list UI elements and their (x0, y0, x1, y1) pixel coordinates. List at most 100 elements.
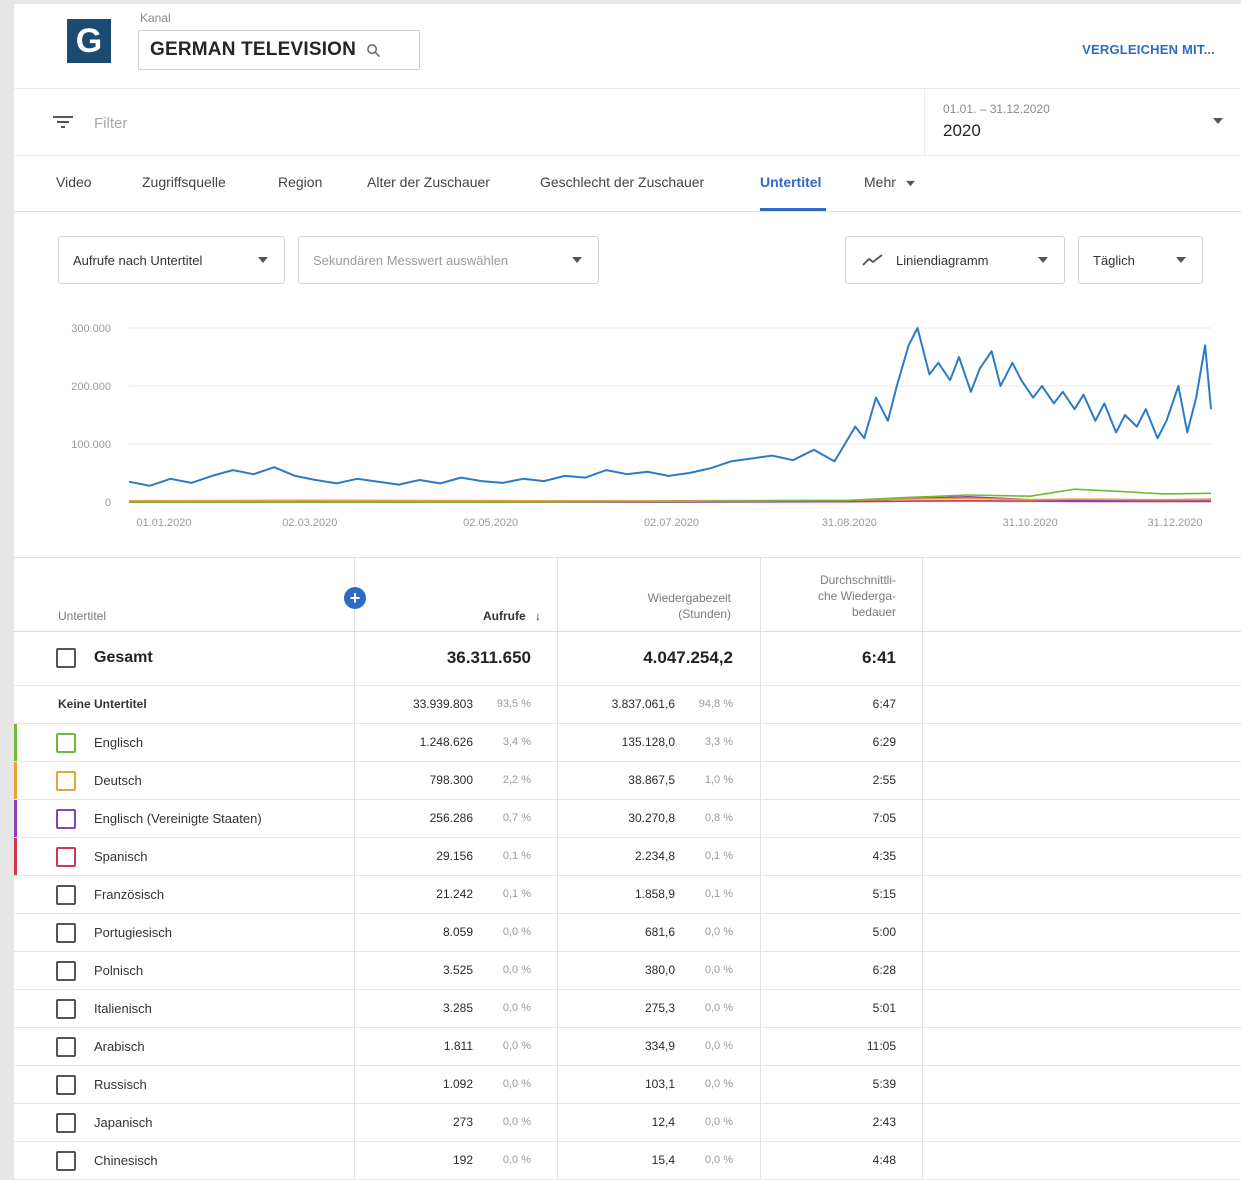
secondary-metric-dropdown[interactable]: Sekundären Messwert auswählen (298, 236, 599, 284)
row-avg-duration: 6:47 (872, 697, 896, 711)
row-avg-duration: 11:05 (866, 1039, 896, 1053)
tab-traffic-source[interactable]: Zugriffsquelle (142, 174, 226, 190)
row-watch-pct: 0,0 % (704, 1116, 733, 1128)
x-tick-label: 31.10.2020 (1003, 517, 1058, 529)
tab-viewer-gender[interactable]: Geschlecht der Zuschauer (540, 174, 704, 190)
channel-caption: Kanal (140, 11, 171, 25)
table-row[interactable]: Polnisch 3.525 0,0 % 380,0 0,0 % 6:28 (14, 952, 1241, 990)
row-views: 8.059 (442, 925, 473, 939)
tab-video[interactable]: Video (56, 174, 92, 190)
table-row[interactable]: Chinesisch 192 0,0 % 15,4 0,0 % 4:48 (14, 1142, 1241, 1180)
table-row[interactable]: Englisch 1.248.626 3,4 % 135.128,0 3,3 % 6:29 (14, 724, 1241, 762)
row-checkbox[interactable] (56, 648, 76, 668)
row-checkbox[interactable] (56, 1075, 76, 1095)
chevron-down-icon (905, 180, 915, 186)
series-color-stripe (14, 724, 17, 761)
channel-name: GERMAN TELEVISION (150, 39, 357, 60)
row-views: 36.311.650 (446, 648, 531, 667)
table-row[interactable]: Spanisch 29.156 0,1 % 2.234,8 0,1 % 4:35 (14, 838, 1241, 876)
metric-dropdown[interactable]: Aufrufe nach Untertitel (58, 236, 285, 284)
row-checkbox[interactable] (56, 961, 76, 981)
tab-region[interactable]: Region (278, 174, 322, 190)
row-views-pct: 2,2 % (502, 774, 531, 786)
y-tick-label: 100.000 (71, 439, 111, 451)
row-label: Deutsch (94, 773, 142, 788)
row-views-pct: 0,0 % (502, 926, 531, 938)
header-watch-time[interactable]: Wiedergabezeit (Stunden) (648, 590, 731, 622)
table-row[interactable]: Keine Untertitel 33.939.803 93,5 % 3.837.06… (14, 686, 1241, 724)
row-label: Italienisch (94, 1001, 152, 1016)
row-checkbox[interactable] (56, 1151, 76, 1171)
channel-selector[interactable]: GERMAN TELEVISION (138, 30, 420, 70)
granularity-dropdown[interactable]: Täglich (1078, 236, 1203, 284)
table-row[interactable]: Englisch (Vereinigte Staaten) 256.286 0,7 … (14, 800, 1241, 838)
compare-link[interactable]: VERGLEICHEN MIT... (1082, 42, 1215, 57)
add-column-button[interactable]: + (344, 587, 366, 609)
header-avg-line: che Wiederga- (817, 589, 896, 603)
row-watch-time: 12,4 (651, 1115, 675, 1129)
table-row[interactable]: Deutsch 798.300 2,2 % 38.867,5 1,0 % 2:55 (14, 762, 1241, 800)
chevron-down-icon[interactable] (1213, 117, 1223, 125)
chevron-down-icon (1038, 257, 1048, 263)
row-label: Keine Untertitel (58, 697, 147, 711)
header-views[interactable]: Aufrufe ↓ (483, 608, 541, 624)
date-range-value: 2020 (943, 121, 981, 140)
date-range-selector[interactable]: 01.01. – 31.12.2020 2020 (924, 89, 1241, 157)
row-checkbox[interactable] (56, 809, 76, 829)
header-avg-duration[interactable]: Durchschnittli- che Wiederga- bedauer (818, 572, 896, 620)
row-views-pct: 0,1 % (502, 850, 531, 862)
row-label: Japanisch (94, 1115, 153, 1130)
tab-viewer-age[interactable]: Alter der Zuschauer (367, 174, 490, 190)
views-line-chart: 300.000 200.000 100.000 0 01.01.2020 02.03.20… (71, 323, 1212, 529)
search-icon[interactable] (366, 43, 381, 58)
row-views: 256.286 (429, 811, 473, 825)
table-row[interactable]: Russisch 1.092 0,0 % 103,1 0,0 % 5:39 (14, 1066, 1241, 1104)
table-row-total[interactable]: Gesamt 36.311.650 4.047.254,2 6:41 (14, 632, 1241, 686)
row-watch-pct: 0,8 % (704, 812, 733, 824)
row-watch-pct: 0,0 % (704, 926, 733, 938)
row-checkbox[interactable] (56, 885, 76, 905)
row-checkbox[interactable] (56, 999, 76, 1019)
row-checkbox[interactable] (56, 923, 76, 943)
header-views-label: Aufrufe (482, 609, 526, 623)
table-row[interactable]: Italienisch 3.285 0,0 % 275,3 0,0 % 5:01 (14, 990, 1241, 1028)
row-watch-pct: 0,0 % (704, 1040, 733, 1052)
header-subtitle[interactable]: Untertitel (58, 608, 106, 624)
row-views-pct: 93,5 % (496, 698, 531, 710)
row-checkbox[interactable] (56, 1113, 76, 1133)
table-row[interactable]: Japanisch 273 0,0 % 12,4 0,0 % 2:43 (14, 1104, 1241, 1142)
row-avg-duration: 4:35 (872, 849, 896, 863)
filter-icon[interactable] (52, 114, 74, 130)
table-row[interactable]: Arabisch 1.811 0,0 % 334,9 0,0 % 11:05 (14, 1028, 1241, 1066)
row-avg-duration: 2:55 (872, 773, 896, 787)
row-label: Französisch (94, 887, 165, 902)
chart-type-dropdown[interactable]: Liniendiagramm (845, 236, 1065, 284)
sort-down-icon: ↓ (535, 609, 541, 623)
y-tick-label: 0 (105, 497, 111, 509)
row-label: Chinesisch (94, 1153, 158, 1168)
filter-input[interactable]: Filter (94, 115, 127, 132)
x-tick-label: 02.03.2020 (282, 517, 337, 529)
row-watch-pct: 0,0 % (704, 1002, 733, 1014)
granularity-label: Täglich (1093, 252, 1135, 268)
table-header: Untertitel + Aufrufe ↓ Wiedergabezeit (S… (14, 558, 1241, 632)
table-row[interactable]: Französisch 21.242 0,1 % 1.858,9 0,1 % 5:15 (14, 876, 1241, 914)
row-watch-time: 135.128,0 (621, 735, 675, 749)
row-label: Spanisch (94, 849, 148, 864)
row-checkbox[interactable] (56, 733, 76, 753)
table-row[interactable]: Portugiesisch 8.059 0,0 % 681,6 0,0 % 5:00 (14, 914, 1241, 952)
row-avg-duration: 5:01 (872, 1001, 896, 1015)
row-checkbox[interactable] (56, 847, 76, 867)
row-checkbox[interactable] (56, 771, 76, 791)
row-views: 1.092 (442, 1077, 473, 1091)
tab-subtitles[interactable]: Untertitel (760, 174, 821, 190)
row-avg-duration: 6:29 (872, 735, 896, 749)
tab-more[interactable]: Mehr (864, 174, 915, 190)
report-tabs: Video Zugriffsquelle Region Alter der Zu… (14, 156, 1241, 212)
row-watch-pct: 3,3 % (704, 736, 733, 748)
row-watch-time: 38.867,5 (628, 773, 675, 787)
row-checkbox[interactable] (56, 1037, 76, 1057)
row-label: Englisch (94, 735, 144, 750)
y-tick-label: 300.000 (71, 323, 111, 335)
date-range-label: 01.01. – 31.12.2020 (943, 102, 1050, 116)
